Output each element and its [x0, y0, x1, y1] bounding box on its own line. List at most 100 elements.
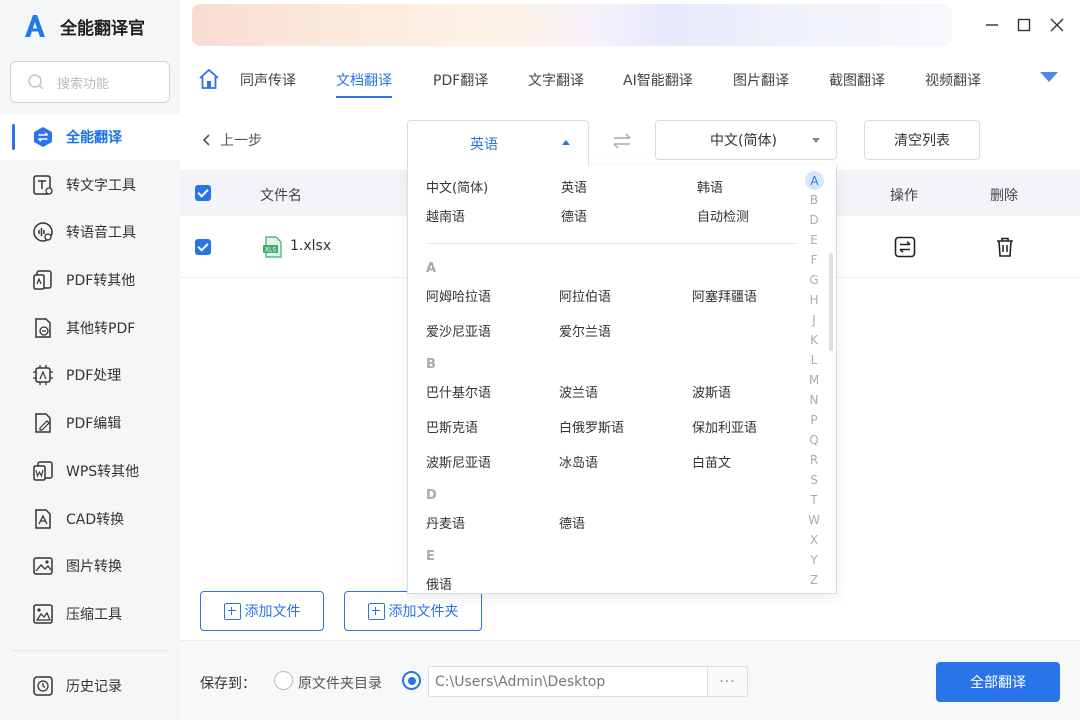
- translate-all-button[interactable]: 全部翻译: [936, 662, 1060, 702]
- sidebar-item-label: 压缩工具: [66, 607, 122, 623]
- lang-option[interactable]: 白俄罗斯语: [559, 417, 624, 436]
- image-convert-icon: [32, 555, 54, 577]
- sidebar-item-image-convert[interactable]: 图片转换: [0, 543, 180, 589]
- alpha-index[interactable]: L: [806, 353, 822, 367]
- lang-option[interactable]: 阿拉伯语: [559, 286, 611, 305]
- tab-pdf[interactable]: PDF翻译: [433, 70, 488, 90]
- minimize-icon[interactable]: [982, 15, 1002, 35]
- sidebar-item-pdf-to-other[interactable]: PDF转其他: [0, 257, 180, 303]
- alpha-index[interactable]: F: [806, 253, 822, 267]
- maximize-icon[interactable]: [1014, 15, 1034, 35]
- select-all-checkbox[interactable]: [195, 185, 211, 201]
- lang-option[interactable]: 波兰语: [559, 382, 598, 401]
- sidebar-item-other-to-pdf[interactable]: 其他转PDF: [0, 305, 180, 351]
- original-dir-label[interactable]: 原文件夹目录: [298, 673, 382, 693]
- lang-option[interactable]: 阿姆哈拉语: [426, 286, 491, 305]
- lang-option[interactable]: 丹麦语: [426, 513, 465, 532]
- back-button[interactable]: 上一步: [200, 130, 262, 150]
- alpha-index[interactable]: P: [806, 413, 822, 427]
- sidebar-item-to-speech[interactable]: 转语音工具: [0, 209, 180, 255]
- alpha-index[interactable]: N: [806, 393, 822, 407]
- target-language-select[interactable]: 中文(简体): [655, 120, 837, 160]
- tab-text[interactable]: 文字翻译: [528, 70, 584, 90]
- sidebar-item-to-text[interactable]: 转文字工具: [0, 162, 180, 208]
- browse-button[interactable]: ···: [707, 666, 748, 697]
- sidebar-item-all-translate[interactable]: 全能翻译: [0, 114, 180, 160]
- alpha-index-A[interactable]: A: [805, 171, 824, 190]
- sidebar-item-pdf-process[interactable]: PDF处理: [0, 352, 180, 398]
- alpha-index[interactable]: M: [806, 373, 822, 387]
- lang-option[interactable]: 爱尔兰语: [559, 321, 611, 340]
- lang-option[interactable]: 俄语: [426, 574, 452, 593]
- add-file-button[interactable]: 添加文件: [200, 591, 324, 631]
- tab-document[interactable]: 文档翻译: [336, 70, 392, 98]
- alpha-index[interactable]: B: [806, 193, 822, 207]
- alpha-index[interactable]: Z: [806, 573, 822, 587]
- alpha-index[interactable]: J: [806, 313, 822, 327]
- sidebar-item-label: 转语音工具: [66, 225, 136, 241]
- lang-option[interactable]: 英语: [561, 177, 587, 196]
- target-language-value: 中文(简体): [710, 133, 777, 149]
- chevron-down-icon[interactable]: [1040, 72, 1058, 84]
- alpha-index[interactable]: R: [806, 453, 822, 467]
- sidebar-item-wps-to-other[interactable]: WPS转其他: [0, 448, 180, 494]
- alpha-index[interactable]: X: [806, 533, 822, 547]
- clear-list-button[interactable]: 清空列表: [864, 120, 980, 160]
- lang-option[interactable]: 波斯语: [692, 382, 731, 401]
- lang-option[interactable]: 阿塞拜疆语: [692, 286, 757, 305]
- add-folder-button[interactable]: 添加文件夹: [344, 591, 482, 631]
- alpha-index[interactable]: Q: [806, 433, 822, 447]
- lang-option[interactable]: 越南语: [426, 206, 465, 225]
- add-file-label: 添加文件: [244, 604, 301, 620]
- promo-banner[interactable]: [192, 4, 952, 46]
- alpha-index[interactable]: W: [806, 513, 822, 527]
- close-icon[interactable]: [1047, 15, 1067, 35]
- search-box[interactable]: 搜索功能: [10, 61, 170, 103]
- lang-option[interactable]: 保加利亚语: [692, 417, 757, 436]
- alpha-index[interactable]: D: [806, 213, 822, 227]
- tab-image[interactable]: 图片翻译: [733, 70, 789, 90]
- group-letter: A: [426, 261, 437, 276]
- lang-option[interactable]: 爱沙尼亚语: [426, 321, 491, 340]
- group-letter: B: [426, 357, 436, 372]
- sidebar-item-pdf-edit[interactable]: PDF编辑: [0, 400, 180, 446]
- alpha-index[interactable]: T: [806, 493, 822, 507]
- alpha-index[interactable]: Y: [806, 553, 822, 567]
- alpha-index[interactable]: H: [806, 293, 822, 307]
- lang-option[interactable]: 自动检测: [697, 206, 749, 225]
- lang-option[interactable]: 冰岛语: [559, 452, 598, 471]
- home-icon[interactable]: [198, 68, 220, 90]
- lang-option[interactable]: 德语: [559, 513, 585, 532]
- lang-option[interactable]: 巴斯克语: [426, 417, 478, 436]
- original-dir-radio[interactable]: [274, 671, 293, 690]
- lang-option[interactable]: 韩语: [697, 177, 723, 196]
- sidebar-item-label: PDF编辑: [66, 416, 122, 432]
- tab-video[interactable]: 视频翻译: [925, 70, 981, 90]
- lang-option[interactable]: 巴什基尔语: [426, 382, 491, 401]
- swap-icon[interactable]: [612, 132, 632, 150]
- sidebar-item-history[interactable]: 历史记录: [0, 663, 180, 709]
- lang-option[interactable]: 白苗文: [692, 452, 731, 471]
- group-letter: E: [426, 549, 435, 564]
- alpha-index[interactable]: K: [806, 333, 822, 347]
- dropdown-scrollbar[interactable]: [829, 253, 833, 351]
- sidebar-item-label: 其他转PDF: [66, 321, 136, 337]
- compress-icon: [32, 603, 54, 625]
- sidebar-item-cad-convert[interactable]: CAD转换: [0, 496, 180, 542]
- lang-option[interactable]: 德语: [561, 206, 587, 225]
- trash-icon[interactable]: [994, 236, 1016, 258]
- alpha-index[interactable]: E: [806, 233, 822, 247]
- alpha-index[interactable]: G: [806, 273, 822, 287]
- tab-simultaneous[interactable]: 同声传译: [240, 70, 296, 90]
- lang-option[interactable]: 波斯尼亚语: [426, 452, 491, 471]
- sidebar-item-compress[interactable]: 压缩工具: [0, 591, 180, 637]
- translate-action-icon[interactable]: [894, 236, 916, 258]
- lang-option[interactable]: 中文(简体): [426, 177, 488, 196]
- tab-ai[interactable]: AI智能翻译: [623, 70, 693, 90]
- alpha-index[interactable]: S: [806, 473, 822, 487]
- custom-dir-radio[interactable]: [402, 671, 421, 690]
- row-checkbox[interactable]: [195, 239, 211, 255]
- tab-screenshot[interactable]: 截图翻译: [829, 70, 885, 90]
- source-language-select[interactable]: 英语: [407, 120, 589, 166]
- output-path-field[interactable]: [428, 666, 708, 697]
